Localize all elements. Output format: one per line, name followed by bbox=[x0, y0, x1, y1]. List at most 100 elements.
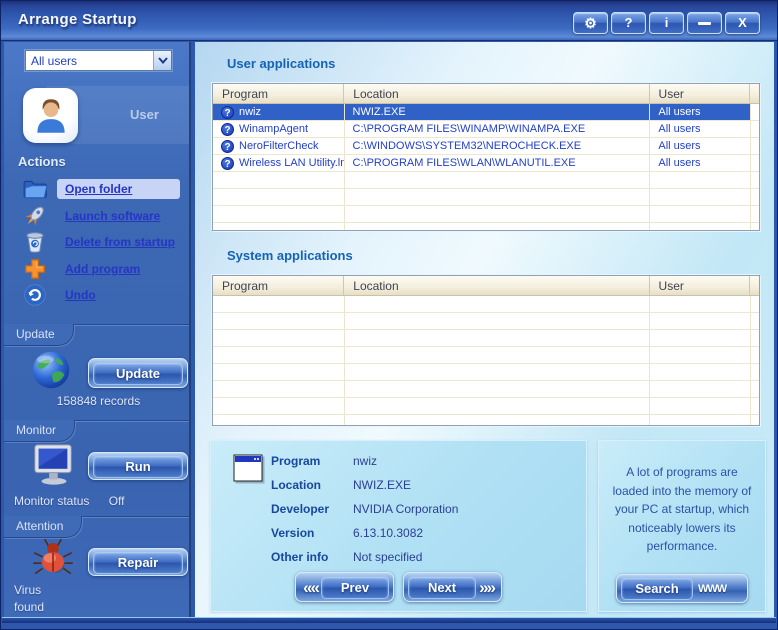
cell-user: All users bbox=[649, 155, 750, 171]
detail-field: Other info Not specified bbox=[271, 545, 576, 569]
empty-row bbox=[213, 313, 759, 330]
chevron-down-icon bbox=[157, 57, 168, 64]
dropdown-arrow-button[interactable] bbox=[153, 51, 171, 70]
next-button-label: Next bbox=[408, 575, 477, 599]
table-header[interactable]: Program Location User bbox=[213, 84, 759, 104]
field-label: Program bbox=[271, 454, 321, 468]
action-open-folder[interactable]: Open folder bbox=[22, 176, 180, 202]
empty-row bbox=[213, 347, 759, 364]
window-body: All users User Actions Open folder Launc… bbox=[2, 42, 776, 623]
field-label: Other info bbox=[271, 550, 329, 564]
sidebar: All users User Actions Open folder Launc… bbox=[2, 42, 191, 623]
program-window-icon bbox=[233, 454, 265, 489]
action-delete-from-startup[interactable]: Delete from startup bbox=[22, 229, 183, 255]
search-button[interactable]: Search WWW bbox=[616, 574, 748, 603]
action-label[interactable]: Undo bbox=[57, 285, 104, 305]
plus-icon bbox=[22, 256, 48, 282]
help-button[interactable]: ? bbox=[611, 12, 646, 34]
detail-field: Program nwiz bbox=[271, 449, 576, 473]
nav-buttons: «« Prev Next »» bbox=[211, 572, 586, 602]
empty-row bbox=[213, 381, 759, 398]
program-help-icon: ? bbox=[221, 122, 234, 136]
settings-button[interactable]: ⚙ bbox=[573, 12, 608, 34]
field-value: 6.13.10.3082 bbox=[353, 526, 424, 540]
field-label: Version bbox=[271, 526, 315, 540]
user-filter-dropdown[interactable]: All users bbox=[25, 50, 172, 71]
profile-label: User bbox=[130, 107, 159, 122]
window-bottom-border bbox=[2, 617, 776, 623]
column-header-program[interactable]: Program bbox=[213, 276, 343, 295]
action-label[interactable]: Launch software bbox=[57, 206, 168, 226]
cell-location: C:\WINDOWS\SYSTEM32\NEROCHECK.EXE bbox=[343, 138, 650, 154]
close-icon: X bbox=[738, 15, 747, 30]
table-row[interactable]: ? WinampAgent C:\PROGRAM FILES\WINAMP\WIN… bbox=[213, 121, 759, 138]
field-label: Developer bbox=[271, 502, 330, 516]
column-header-user[interactable]: User bbox=[648, 276, 749, 295]
prev-button[interactable]: «« Prev bbox=[295, 572, 394, 602]
repair-button-label: Repair bbox=[93, 550, 183, 574]
monitor-status-value: Off bbox=[108, 494, 125, 508]
system-applications-table[interactable]: Program Location User bbox=[212, 275, 760, 426]
monitor-status-label: Monitor status bbox=[14, 494, 90, 508]
column-header-location[interactable]: Location bbox=[343, 84, 648, 103]
window-controls: ⚙ ? i X bbox=[573, 12, 760, 34]
close-button[interactable]: X bbox=[725, 12, 760, 34]
cell-program: Wireless LAN Utility.lnk bbox=[239, 157, 344, 169]
virus-bug-icon bbox=[28, 534, 78, 589]
virus-status-line1: Virus bbox=[14, 583, 42, 597]
run-button[interactable]: Run bbox=[88, 452, 188, 480]
cell-program: nwiz bbox=[239, 106, 262, 118]
action-launch-software[interactable]: Launch software bbox=[22, 203, 168, 229]
cell-location: NWIZ.EXE bbox=[343, 104, 650, 120]
user-applications-table[interactable]: Program Location User ? nwiz NWIZ.EXE All… bbox=[212, 83, 760, 231]
column-header-program[interactable]: Program bbox=[213, 84, 343, 103]
info-panel: A lot of programs are loaded into the me… bbox=[598, 440, 766, 612]
monitor-tab-label: Monitor bbox=[4, 420, 76, 442]
help-icon: ? bbox=[624, 15, 633, 30]
info-text: A lot of programs are loaded into the me… bbox=[612, 465, 752, 554]
table-row[interactable]: ? nwiz NWIZ.EXE All users bbox=[213, 104, 759, 121]
program-help-icon: ? bbox=[221, 156, 234, 170]
column-header-user[interactable]: User bbox=[648, 84, 749, 103]
minimize-icon bbox=[698, 22, 711, 25]
table-row[interactable]: ? NeroFilterCheck C:\WINDOWS\SYSTEM32\NER… bbox=[213, 138, 759, 155]
cell-location: C:\PROGRAM FILES\WINAMP\WINAMPA.EXE bbox=[343, 121, 650, 137]
action-label[interactable]: Open folder bbox=[57, 179, 180, 199]
user-filter-value: All users bbox=[31, 53, 78, 68]
run-button-label: Run bbox=[93, 454, 183, 478]
column-header-location[interactable]: Location bbox=[343, 276, 648, 295]
virus-status: Virus found bbox=[14, 582, 44, 617]
program-help-icon: ? bbox=[221, 105, 234, 119]
field-value: nwiz bbox=[353, 454, 378, 468]
action-label[interactable]: Add program bbox=[57, 259, 148, 279]
trash-icon bbox=[22, 229, 48, 255]
table-row[interactable]: ? Wireless LAN Utility.lnk C:\PROGRAM FIL… bbox=[213, 155, 759, 172]
cell-program: NeroFilterCheck bbox=[239, 140, 319, 152]
www-icon: WWW bbox=[698, 582, 727, 595]
folder-icon bbox=[22, 176, 48, 202]
gear-icon: ⚙ bbox=[584, 15, 597, 31]
double-chevron-left-icon: «« bbox=[303, 577, 320, 597]
program-help-icon: ? bbox=[221, 139, 234, 153]
info-button[interactable]: i bbox=[649, 12, 684, 34]
cell-program: WinampAgent bbox=[239, 123, 309, 135]
field-value: NVIDIA Corporation bbox=[353, 502, 459, 516]
cell-user: All users bbox=[649, 138, 750, 154]
action-undo[interactable]: Undo bbox=[22, 282, 104, 308]
table-header[interactable]: Program Location User bbox=[213, 276, 759, 296]
next-button[interactable]: Next »» bbox=[403, 572, 502, 602]
action-label[interactable]: Delete from startup bbox=[57, 232, 183, 252]
globe-icon bbox=[28, 346, 74, 397]
action-add-program[interactable]: Add program bbox=[22, 256, 148, 282]
minimize-button[interactable] bbox=[687, 12, 722, 34]
update-button-label: Update bbox=[93, 361, 183, 385]
info-icon: i bbox=[664, 15, 669, 30]
repair-button[interactable]: Repair bbox=[88, 548, 188, 576]
detail-field: Developer NVIDIA Corporation bbox=[271, 497, 576, 521]
monitor-status: Monitor status Off bbox=[14, 494, 125, 508]
empty-row bbox=[213, 296, 759, 313]
empty-row bbox=[213, 364, 759, 381]
virus-status-line2: found bbox=[14, 600, 45, 615]
cell-user: All users bbox=[649, 121, 750, 137]
update-button[interactable]: Update bbox=[88, 358, 188, 388]
